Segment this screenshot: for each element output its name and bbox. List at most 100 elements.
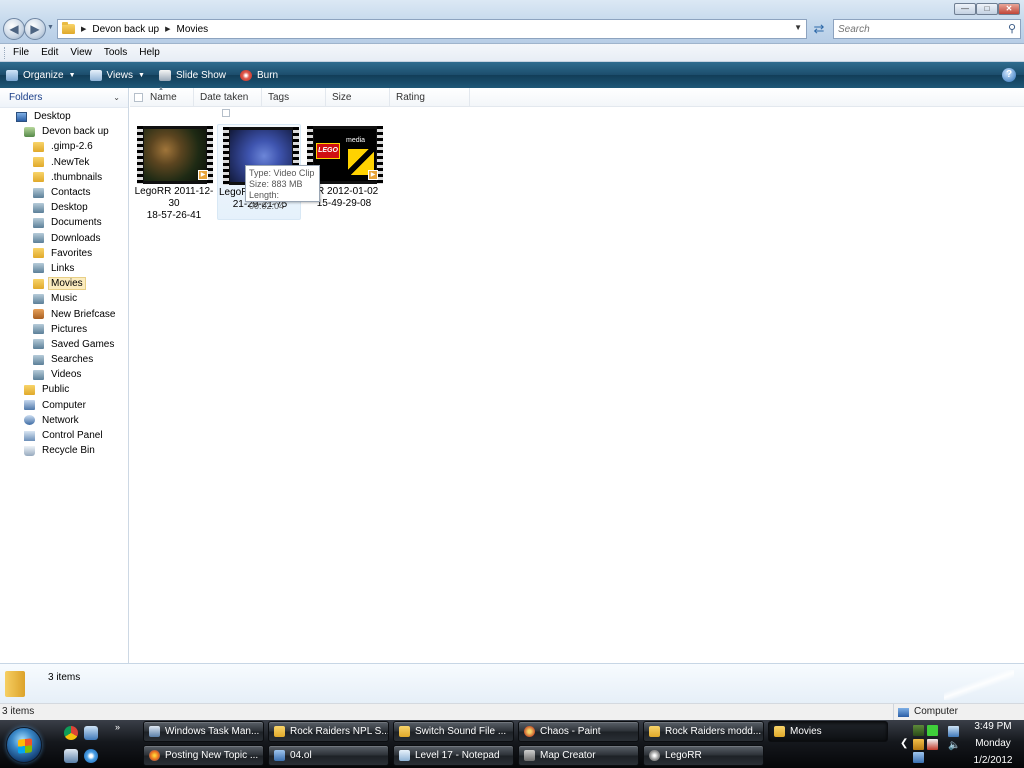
close-button[interactable]: ✕ bbox=[998, 3, 1020, 15]
show-hidden-icons-icon[interactable]: ❮ bbox=[900, 738, 908, 749]
slide-show-button[interactable]: Slide Show bbox=[158, 69, 226, 81]
show-desktop-icon[interactable] bbox=[84, 726, 98, 740]
organize-button[interactable]: Organize ▼ bbox=[6, 69, 76, 81]
tree-item-label: .gimp-2.6 bbox=[51, 141, 93, 153]
folder-icon bbox=[399, 726, 410, 737]
tree-item-label: Documents bbox=[51, 217, 102, 229]
address-field[interactable]: ▶ Devon back up ▶ Movies ▼ bbox=[57, 19, 807, 39]
search-icon[interactable]: ⚲ bbox=[1008, 22, 1016, 35]
tree-item-devon-back-up[interactable]: Devon back up bbox=[0, 124, 128, 139]
column-date-taken[interactable]: Date taken bbox=[194, 88, 262, 107]
tree-item-movies[interactable]: Movies bbox=[0, 276, 128, 291]
tree-item-favorites[interactable]: Favorites bbox=[0, 246, 128, 261]
taskbar-button[interactable]: Switch Sound File ... bbox=[393, 721, 514, 742]
select-all-checkbox[interactable] bbox=[134, 93, 143, 102]
menu-grip bbox=[4, 46, 7, 59]
tree-item-control-panel[interactable]: Control Panel bbox=[0, 428, 128, 443]
minimize-button[interactable]: — bbox=[954, 3, 976, 15]
tree-item-label: Desktop bbox=[34, 111, 71, 123]
menu-edit[interactable]: Edit bbox=[41, 47, 58, 58]
internet-explorer-icon[interactable] bbox=[84, 749, 98, 763]
address-dropdown-icon[interactable]: ▼ bbox=[794, 23, 802, 32]
tree-item-documents[interactable]: Documents bbox=[0, 215, 128, 230]
views-button[interactable]: Views ▼ bbox=[89, 69, 145, 81]
tree-item-downloads[interactable]: Downloads bbox=[0, 231, 128, 246]
taskbar-button[interactable]: Rock Raiders modd... bbox=[643, 721, 764, 742]
taskbar-button[interactable]: LegoRR bbox=[643, 745, 764, 766]
burn-button[interactable]: Burn bbox=[239, 69, 278, 81]
item-count: 3 items bbox=[48, 672, 81, 683]
breadcrumb-separator-icon[interactable]: ▶ bbox=[165, 25, 170, 33]
tray-app-icon[interactable] bbox=[913, 725, 924, 736]
clock-time[interactable]: 3:49 PM bbox=[963, 721, 1023, 732]
taskbar-button[interactable]: Rock Raiders NPL S... bbox=[268, 721, 389, 742]
clock-date[interactable]: 1/2/2012 bbox=[963, 755, 1023, 766]
tree-item-computer[interactable]: Computer bbox=[0, 398, 128, 413]
tree-item-pictures[interactable]: Pictures bbox=[0, 322, 128, 337]
column-tags[interactable]: Tags bbox=[262, 88, 326, 107]
tree-item-recycle-bin[interactable]: Recycle Bin bbox=[0, 443, 128, 458]
tree-item-saved-games[interactable]: Saved Games bbox=[0, 337, 128, 352]
taskbar-button-label: 04.ol bbox=[290, 750, 312, 761]
recent-pages-button[interactable]: ▼ bbox=[47, 24, 55, 34]
clock-day[interactable]: Monday bbox=[963, 738, 1023, 749]
taskbar-button[interactable]: Level 17 - Notepad bbox=[393, 745, 514, 766]
tree-item-network[interactable]: Network bbox=[0, 413, 128, 428]
tree-item-thumbnails[interactable]: .thumbnails bbox=[0, 170, 128, 185]
quick-launch-more-icon[interactable]: » bbox=[115, 722, 120, 732]
refresh-icon[interactable]: ⇄ bbox=[810, 20, 828, 38]
tree-item-gimp-2-6[interactable]: .gimp-2.6 bbox=[0, 139, 128, 154]
help-icon[interactable]: ? bbox=[1002, 68, 1016, 82]
chrome-icon[interactable] bbox=[64, 726, 78, 740]
tree-item-new-briefcase[interactable]: New Briefcase bbox=[0, 306, 128, 321]
folders-header[interactable]: Folders ⌄ bbox=[0, 88, 128, 108]
taskbar-button[interactable]: Map Creator bbox=[518, 745, 639, 766]
menu-help[interactable]: Help bbox=[139, 47, 160, 58]
menu-file[interactable]: File bbox=[13, 47, 29, 58]
tree-item-newtek[interactable]: .NewTek bbox=[0, 155, 128, 170]
search-input[interactable] bbox=[834, 20, 994, 38]
search-box[interactable]: ⚲ bbox=[833, 19, 1021, 39]
tree-item-public[interactable]: Public bbox=[0, 382, 128, 397]
chevron-down-icon[interactable]: ⌄ bbox=[113, 93, 120, 102]
tray-app-icon[interactable] bbox=[913, 739, 924, 750]
tree-item-music[interactable]: Music bbox=[0, 291, 128, 306]
tray-app-icon[interactable] bbox=[913, 752, 924, 763]
column-rating[interactable]: Rating bbox=[390, 88, 470, 107]
network-icon[interactable] bbox=[948, 726, 959, 737]
breadcrumb-movies[interactable]: Movies bbox=[177, 24, 209, 35]
tree-item-label: .NewTek bbox=[51, 156, 90, 168]
column-name[interactable]: Name bbox=[144, 88, 194, 107]
tree-item-label: Videos bbox=[51, 369, 82, 381]
back-button[interactable]: ◀ bbox=[3, 18, 25, 40]
taskbar-button[interactable]: 04.ol bbox=[268, 745, 389, 766]
volume-icon[interactable]: 🔈 bbox=[948, 740, 960, 751]
taskbar-button-label: Rock Raiders modd... bbox=[665, 726, 762, 737]
tray-status-icon[interactable] bbox=[927, 725, 938, 736]
taskbar-button[interactable]: Windows Task Man... bbox=[143, 721, 264, 742]
taskbar-button[interactable]: Chaos - Paint bbox=[518, 721, 639, 742]
menu-view[interactable]: View bbox=[70, 47, 92, 58]
tree-item-desktop[interactable]: Desktop bbox=[0, 200, 128, 215]
tree-item-links[interactable]: Links bbox=[0, 261, 128, 276]
item-checkbox[interactable] bbox=[222, 109, 230, 117]
tree-item-videos[interactable]: Videos bbox=[0, 367, 128, 382]
gmail-icon[interactable] bbox=[927, 739, 938, 750]
tree-item-contacts[interactable]: Contacts bbox=[0, 185, 128, 200]
tree-item-searches[interactable]: Searches bbox=[0, 352, 128, 367]
breadcrumb-separator-icon[interactable]: ▶ bbox=[81, 25, 86, 33]
taskbar-button[interactable]: Movies bbox=[768, 721, 888, 742]
forward-button[interactable]: ▶ bbox=[24, 18, 46, 40]
lego-media-text: media bbox=[346, 137, 366, 144]
video-thumbnail: ▶ bbox=[137, 126, 213, 184]
tree-item-desktop[interactable]: Desktop bbox=[0, 109, 128, 124]
switch-windows-icon[interactable] bbox=[64, 749, 78, 763]
menu-tools[interactable]: Tools bbox=[104, 47, 127, 58]
video-file-item[interactable]: ▶ LegoRR 2011-12-30 18-57-26-41 bbox=[132, 124, 216, 221]
column-size[interactable]: Size bbox=[326, 88, 390, 107]
breadcrumb-devon-back-up[interactable]: Devon back up bbox=[92, 24, 159, 35]
taskbar-button[interactable]: Posting New Topic ... bbox=[143, 745, 264, 766]
start-button[interactable] bbox=[6, 727, 42, 763]
maximize-button[interactable]: □ bbox=[976, 3, 998, 15]
folder-icon bbox=[24, 384, 35, 395]
